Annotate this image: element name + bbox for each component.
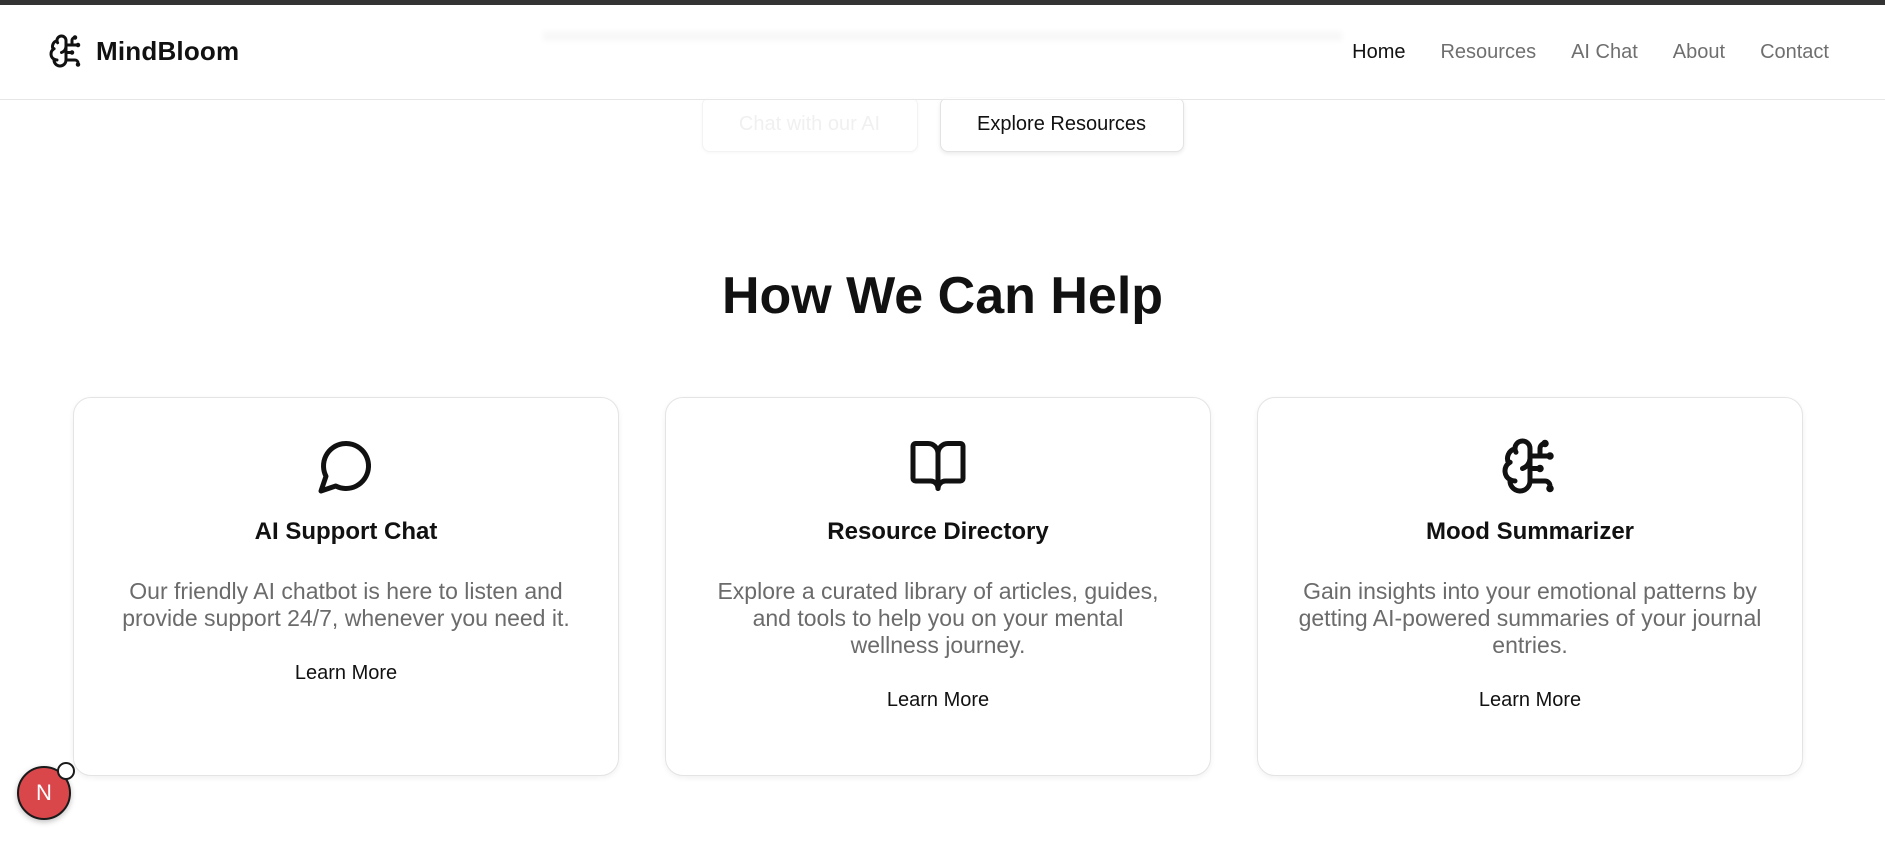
section-title: How We Can Help	[721, 267, 1164, 325]
brain-icon	[48, 33, 84, 69]
feature-card-resource-directory: Resource Directory Explore a curated lib…	[665, 397, 1211, 776]
chat-bubble-icon	[316, 436, 376, 496]
nav-item-resources[interactable]: Resources	[1440, 41, 1536, 64]
learn-more-button[interactable]: Learn More	[1469, 685, 1591, 716]
nav-item-home[interactable]: Home	[1352, 41, 1405, 64]
dev-tools-badge[interactable]: N	[17, 762, 75, 820]
learn-more-button[interactable]: Learn More	[285, 658, 407, 689]
main-nav: Home Resources AI Chat About Contact	[1352, 41, 1829, 64]
card-title: Mood Summarizer	[1425, 518, 1635, 545]
notification-dot-icon	[57, 762, 75, 780]
hero-actions: Chat with our AI Explore Resources	[0, 97, 1885, 152]
card-title: AI Support Chat	[254, 518, 438, 545]
explore-resources-button[interactable]: Explore Resources	[939, 97, 1184, 152]
chat-with-ai-button[interactable]: Chat with our AI	[701, 97, 918, 152]
nav-item-about[interactable]: About	[1673, 41, 1725, 64]
brand-logo-link[interactable]: MindBloom	[48, 33, 239, 69]
top-border-strip	[0, 0, 1885, 5]
card-title: Resource Directory	[827, 518, 1049, 545]
nav-item-contact[interactable]: Contact	[1760, 41, 1829, 64]
card-description: Gain insights into your emotional patter…	[1298, 578, 1762, 658]
card-description: Our friendly AI chatbot is here to liste…	[122, 578, 570, 631]
dev-badge-label: N	[36, 780, 52, 805]
feature-card-mood-summarizer: Mood Summarizer Gain insights into your …	[1257, 397, 1803, 776]
feature-card-ai-support-chat: AI Support Chat Our friendly AI chatbot …	[73, 397, 619, 776]
feature-cards: AI Support Chat Our friendly AI chatbot …	[73, 397, 1803, 776]
book-open-icon	[908, 436, 968, 496]
site-header: MindBloom Home Resources AI Chat About C…	[0, 5, 1885, 100]
brand-name: MindBloom	[96, 35, 240, 66]
nav-item-ai-chat[interactable]: AI Chat	[1571, 41, 1638, 64]
card-description: Explore a curated library of articles, g…	[717, 578, 1159, 658]
learn-more-button[interactable]: Learn More	[877, 685, 999, 716]
brain-icon	[1500, 436, 1560, 496]
